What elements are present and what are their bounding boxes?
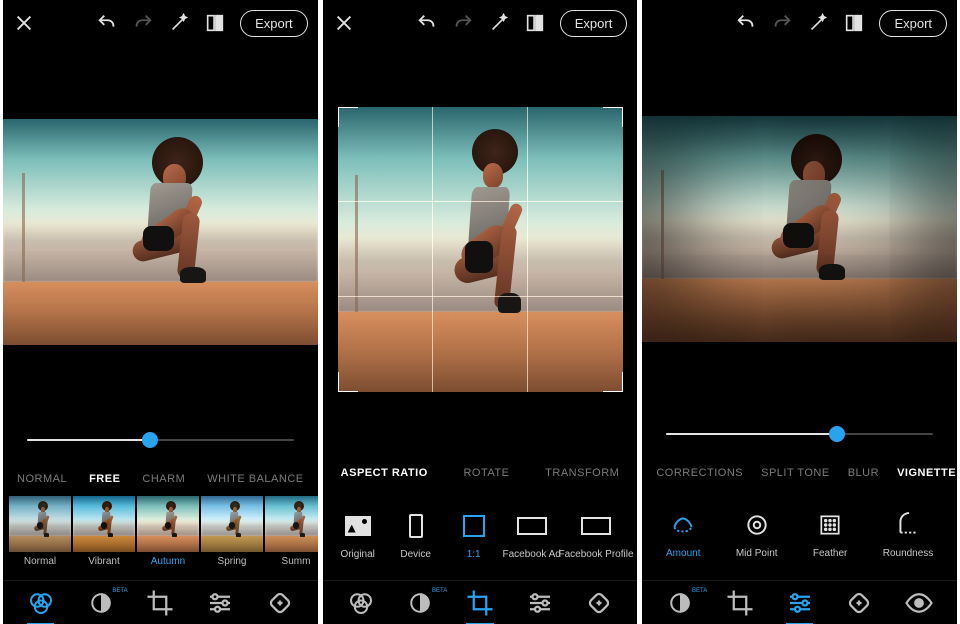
tab-charm[interactable]: CHARM [142, 473, 185, 485]
tab-blur[interactable]: BLUR [848, 467, 879, 479]
tool-filters-icon[interactable]: BETA [84, 588, 118, 618]
slider-fill [666, 433, 837, 435]
undo-icon[interactable] [96, 12, 118, 34]
tool-crop-icon[interactable] [463, 588, 497, 618]
ratio-facebook-ad[interactable]: Facebook Ad [503, 511, 561, 560]
filter-category-tabs: NORMAL FREE CHARM WHITE BALANCE BL [3, 462, 318, 496]
vignette-feather[interactable]: Feather [813, 512, 847, 559]
preset-summer[interactable]: Summ [265, 496, 318, 580]
tab-vignette[interactable]: VIGNETTE [897, 467, 956, 479]
vignette-midpoint[interactable]: Mid Point [736, 512, 778, 559]
phone-a: Export NORMAL FREE CHARM WHITE BALANCE B… [3, 0, 318, 624]
ratio-device[interactable]: Device [387, 511, 445, 560]
tab-free[interactable]: FREE [89, 473, 120, 485]
photo [3, 119, 318, 345]
tab-normal[interactable]: NORMAL [17, 473, 67, 485]
vignette-slider[interactable] [642, 412, 957, 456]
tool-heal-icon[interactable] [582, 588, 616, 618]
auto-enhance-icon[interactable] [168, 12, 190, 34]
vignette-roundness[interactable]: Roundness [883, 512, 934, 559]
phone-c: Export CORRECTIONS SPLIT TONE BLUR VIGNE… [642, 0, 957, 624]
preset-autumn[interactable]: Autumn [137, 496, 199, 580]
aspect-ratio-row: Original Device 1:1 Facebook Ad Facebook… [323, 490, 638, 580]
vignette-options: Amount Mid Point Feather Roundness [642, 490, 957, 580]
crop-handle-tl[interactable] [338, 107, 358, 127]
compare-icon[interactable] [843, 12, 865, 34]
tool-filters-icon[interactable]: BETA [663, 588, 697, 618]
crop-handle-bl[interactable] [338, 372, 358, 392]
ratio-1-1[interactable]: 1:1 [445, 511, 503, 560]
auto-enhance-icon[interactable] [488, 12, 510, 34]
ratio-original[interactable]: Original [329, 511, 387, 560]
preset-vibrant[interactable]: Vibrant [73, 496, 135, 580]
tab-split-tone[interactable]: SPLIT TONE [761, 467, 830, 479]
redo-icon [452, 12, 474, 34]
preset-spring[interactable]: Spring [201, 496, 263, 580]
tool-heal-icon[interactable] [842, 588, 876, 618]
photo-canvas[interactable] [642, 46, 957, 412]
tab-rotate[interactable]: ROTATE [463, 467, 509, 479]
close-icon[interactable] [333, 12, 355, 34]
crop-canvas[interactable] [323, 46, 638, 456]
export-button[interactable]: Export [879, 10, 947, 37]
vignette-amount[interactable]: Amount [666, 512, 700, 559]
tool-crop-icon[interactable] [723, 588, 757, 618]
tool-crop-icon[interactable] [143, 588, 177, 618]
photo-cropframe[interactable] [338, 107, 623, 392]
compare-icon[interactable] [524, 12, 546, 34]
tool-looks-icon[interactable] [24, 588, 58, 618]
slider-knob[interactable] [829, 426, 845, 442]
export-button[interactable]: Export [240, 10, 308, 37]
crop-handle-tr[interactable] [603, 107, 623, 127]
bottom-toolbar: BETA [3, 580, 318, 624]
close-icon[interactable] [13, 12, 35, 34]
photo-canvas[interactable] [3, 46, 318, 418]
tool-adjust-icon[interactable] [783, 588, 817, 618]
compare-icon[interactable] [204, 12, 226, 34]
tool-looks-icon[interactable] [344, 588, 378, 618]
photo [642, 116, 957, 342]
tool-heal-icon[interactable] [263, 588, 297, 618]
preset-normal[interactable]: Normal [9, 496, 71, 580]
tool-adjust-icon[interactable] [523, 588, 557, 618]
tool-redeye-icon[interactable] [902, 588, 936, 618]
bottom-toolbar: BETA [642, 580, 957, 624]
redo-icon [132, 12, 154, 34]
slider-fill [27, 439, 150, 441]
tool-adjust-icon[interactable] [203, 588, 237, 618]
bottom-toolbar: BETA [323, 580, 638, 624]
tab-aspect-ratio[interactable]: ASPECT RATIO [341, 467, 428, 479]
ratio-facebook-profile[interactable]: Facebook Profile [561, 511, 632, 560]
three-phone-shot: Export NORMAL FREE CHARM WHITE BALANCE B… [0, 0, 960, 624]
export-button[interactable]: Export [560, 10, 628, 37]
crop-tabs: ASPECT RATIO ROTATE TRANSFORM [323, 456, 638, 490]
tab-transform[interactable]: TRANSFORM [545, 467, 619, 479]
redo-icon [771, 12, 793, 34]
preset-strip: Normal Vibrant Autumn Spring Summ [3, 496, 318, 580]
phone-b: Export ASPECT RATIO ROTATE TRANSFORM Ori… [323, 0, 638, 624]
undo-icon[interactable] [735, 12, 757, 34]
auto-enhance-icon[interactable] [807, 12, 829, 34]
tool-filters-icon[interactable]: BETA [403, 588, 437, 618]
topbar: Export [323, 0, 638, 46]
slider-knob[interactable] [142, 432, 158, 448]
tab-white-balance[interactable]: WHITE BALANCE [207, 473, 303, 485]
tab-corrections[interactable]: CORRECTIONS [656, 467, 743, 479]
intensity-slider[interactable] [3, 418, 318, 462]
adjust-tabs: CORRECTIONS SPLIT TONE BLUR VIGNETTE [642, 456, 957, 490]
crop-handle-br[interactable] [603, 372, 623, 392]
topbar: Export [642, 0, 957, 46]
topbar: Export [3, 0, 318, 46]
undo-icon[interactable] [416, 12, 438, 34]
